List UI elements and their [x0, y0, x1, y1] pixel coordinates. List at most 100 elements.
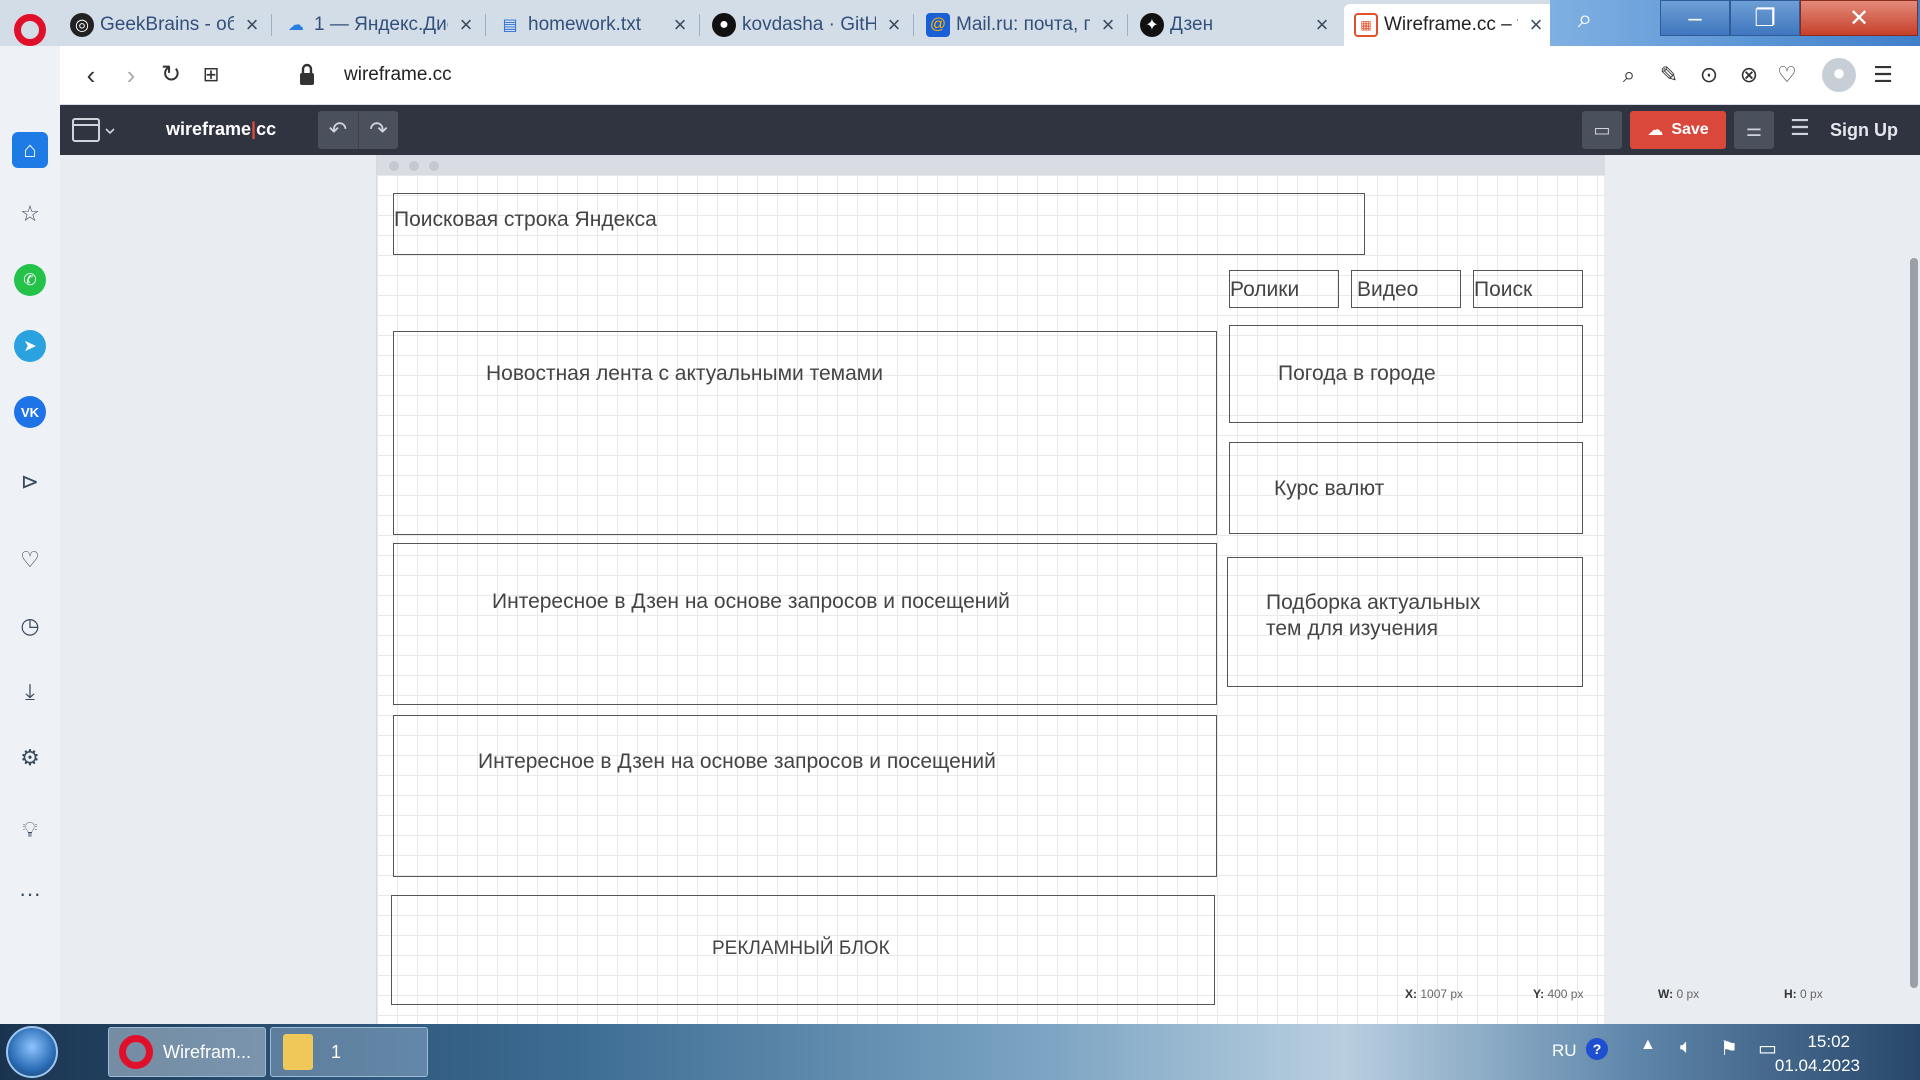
cloud-upload-icon: ☁ — [1647, 122, 1664, 139]
tab-title: homework.txt — [528, 14, 641, 35]
system-tray: RU ? ▲ 🔈︎ ⚑ ▭ 15:02 01.04.2023 — [1530, 1024, 1920, 1080]
close-window-button[interactable]: ✕ — [1800, 0, 1918, 36]
wf-dzen-block-2[interactable]: Интересное в Дзен на основе запросов и п… — [393, 715, 1217, 877]
wf-button-roliki[interactable]: Ролики — [1229, 270, 1339, 308]
taskbar-folder[interactable]: 1 — [270, 1027, 428, 1077]
heart-bookmark-icon[interactable]: ♡ — [1772, 60, 1802, 90]
github-icon: ● — [712, 13, 736, 37]
tab-github[interactable]: ● kovdasha · GitHu × — [702, 4, 914, 46]
minimize-button[interactable]: – — [1660, 0, 1730, 36]
adblock-icon[interactable]: ⊗ — [1734, 60, 1764, 90]
coord-h: H: 0 px — [1784, 987, 1823, 1001]
heart-icon[interactable]: ♡ — [12, 542, 48, 578]
player-icon[interactable]: ⊳ — [12, 464, 48, 500]
dzen-icon: ✦ — [1140, 13, 1164, 37]
wf-search-bar[interactable]: Поисковая строка Яндекса — [393, 193, 1365, 255]
tab-title: Wireframe.cc – tl — [1384, 14, 1518, 35]
flag-icon[interactable]: ⚑ — [1720, 1036, 1738, 1061]
url-field[interactable]: wireframe.cc — [344, 64, 452, 86]
tab-wireframe[interactable]: ▦ Wireframe.cc – tl × — [1344, 4, 1556, 46]
help-icon[interactable]: ? — [1586, 1038, 1608, 1060]
settings-button[interactable]: ⚌ — [1734, 111, 1774, 149]
camera-icon[interactable]: ⊙ — [1694, 60, 1724, 90]
tab-close-icon[interactable]: × — [884, 12, 904, 38]
coord-y: Y: 400 px — [1533, 987, 1584, 1001]
file-icon: ▤ — [502, 17, 518, 34]
yandex-disk-icon: ☁ — [288, 17, 304, 34]
star-icon[interactable]: ☆ — [12, 196, 48, 232]
forward-icon[interactable]: › — [116, 60, 146, 90]
edit-icon[interactable]: ✎ — [1654, 60, 1684, 90]
wireframe-logo[interactable]: wireframe|cc — [166, 119, 276, 140]
tab-homework[interactable]: ▤ homework.txt × — [488, 4, 700, 46]
page-scrollbar[interactable] — [1910, 258, 1918, 988]
tab-close-icon[interactable]: × — [1526, 12, 1546, 38]
lock-icon — [300, 63, 314, 85]
tab-close-icon[interactable]: × — [670, 12, 690, 38]
browser-sidebar: ⌂ ☆ ✆ ➤ VK ⊳ ♡ ◷ ⤓ ⚙ 💡︎ ··· — [0, 46, 60, 1024]
easy-setup-icon[interactable]: ☰ — [1868, 60, 1898, 90]
whatsapp-icon[interactable]: ✆ — [14, 264, 46, 296]
language-indicator[interactable]: RU — [1552, 1041, 1577, 1061]
back-icon[interactable]: ‹ — [76, 60, 106, 90]
more-icon[interactable]: ··· — [12, 876, 48, 912]
wireframe-canvas[interactable]: Поисковая строка Яндекса Ролики Видео По… — [376, 155, 1605, 1024]
window-icon — [72, 118, 115, 142]
taskbar-opera[interactable]: Wirefram... — [108, 1027, 266, 1077]
wf-weather[interactable]: Погода в городе — [1229, 325, 1583, 423]
tab-close-icon[interactable]: × — [1312, 12, 1332, 38]
lightbulb-icon[interactable]: 💡︎ — [12, 812, 48, 848]
maximize-button[interactable]: ❐ — [1730, 0, 1800, 36]
hamburger-menu-icon[interactable]: ☰ — [1790, 115, 1810, 141]
home-icon[interactable]: ⌂ — [12, 132, 48, 168]
tray-expand-icon[interactable]: ▲ — [1640, 1036, 1656, 1054]
clock-time[interactable]: 15:02 — [1807, 1032, 1850, 1052]
wireframe-icon: ▦ — [1354, 13, 1378, 37]
coord-w: W: 0 px — [1658, 987, 1700, 1001]
zoom-search-icon[interactable]: ⌕ — [1614, 60, 1644, 90]
tab-title: 1 — Яндекс.Дис — [314, 14, 448, 35]
tab-search-icon[interactable]: ⌕ — [1550, 0, 1620, 36]
volume-icon[interactable]: 🔈︎ — [1680, 1036, 1692, 1059]
redo-button[interactable]: ↷ — [358, 111, 398, 149]
window-controls: ⌕ – ❐ ✕ — [1550, 0, 1920, 46]
tab-close-icon[interactable]: × — [1098, 12, 1118, 38]
comment-icon: ▭ — [1593, 120, 1611, 140]
reload-icon[interactable]: ↻ — [156, 60, 186, 90]
sliders-icon: ⚌ — [1745, 120, 1763, 140]
download-icon[interactable]: ⤓ — [12, 674, 48, 710]
page-menu-dropdown[interactable] — [72, 117, 120, 145]
wf-button-video[interactable]: Видео — [1351, 270, 1461, 308]
telegram-icon[interactable]: ➤ — [14, 330, 46, 362]
comment-button[interactable]: ▭ — [1582, 111, 1622, 149]
wf-currency[interactable]: Курс валют — [1229, 442, 1583, 534]
history-icon[interactable]: ◷ — [12, 608, 48, 644]
wf-dzen-block-1[interactable]: Интересное в Дзен на основе запросов и п… — [393, 543, 1217, 705]
clock-date[interactable]: 01.04.2023 — [1775, 1056, 1860, 1076]
tab-title: Mail.ru: почта, п — [956, 14, 1090, 35]
undo-button[interactable]: ↶ — [318, 111, 358, 149]
sign-up-link[interactable]: Sign Up — [1830, 120, 1898, 141]
wf-button-poisk[interactable]: Поиск — [1473, 270, 1583, 308]
wf-ad-block[interactable]: РЕКЛАМНЫЙ БЛОК — [391, 895, 1215, 1005]
mailru-icon: @ — [926, 13, 950, 37]
profile-avatar-icon[interactable]: ● — [1822, 58, 1856, 92]
folder-icon — [283, 1034, 313, 1070]
tab-mailru[interactable]: @ Mail.ru: почта, п × — [916, 4, 1128, 46]
opera-menu-icon[interactable] — [14, 14, 46, 46]
tab-dzen[interactable]: ✦ Дзен × — [1130, 4, 1342, 46]
tab-close-icon[interactable]: × — [456, 12, 476, 38]
start-button[interactable] — [6, 1026, 58, 1078]
coord-x: X: 1007 px — [1405, 987, 1464, 1001]
wf-news-feed[interactable]: Новостная лента с актуальными темами — [393, 331, 1217, 535]
workspace: Поисковая строка Яндекса Ролики Видео По… — [60, 155, 1920, 1024]
settings-icon[interactable]: ⚙ — [12, 740, 48, 776]
vk-icon[interactable]: VK — [14, 396, 46, 428]
wireframe-app-header: wireframe|cc ↶ ↷ ▭ ☁ Save ⚌ ☰ Sign Up — [60, 105, 1920, 155]
tabs-grid-icon[interactable]: ⊞ — [196, 60, 226, 90]
tab-yandex-disk[interactable]: ☁ 1 — Яндекс.Дис × — [274, 4, 486, 46]
save-button[interactable]: ☁ Save — [1630, 111, 1726, 149]
wf-topics[interactable]: Подборка актуальных тем для изучения — [1227, 557, 1583, 687]
tab-geekbrains[interactable]: ◎ GeekBrains - обр × — [60, 4, 272, 46]
tab-close-icon[interactable]: × — [242, 12, 262, 38]
